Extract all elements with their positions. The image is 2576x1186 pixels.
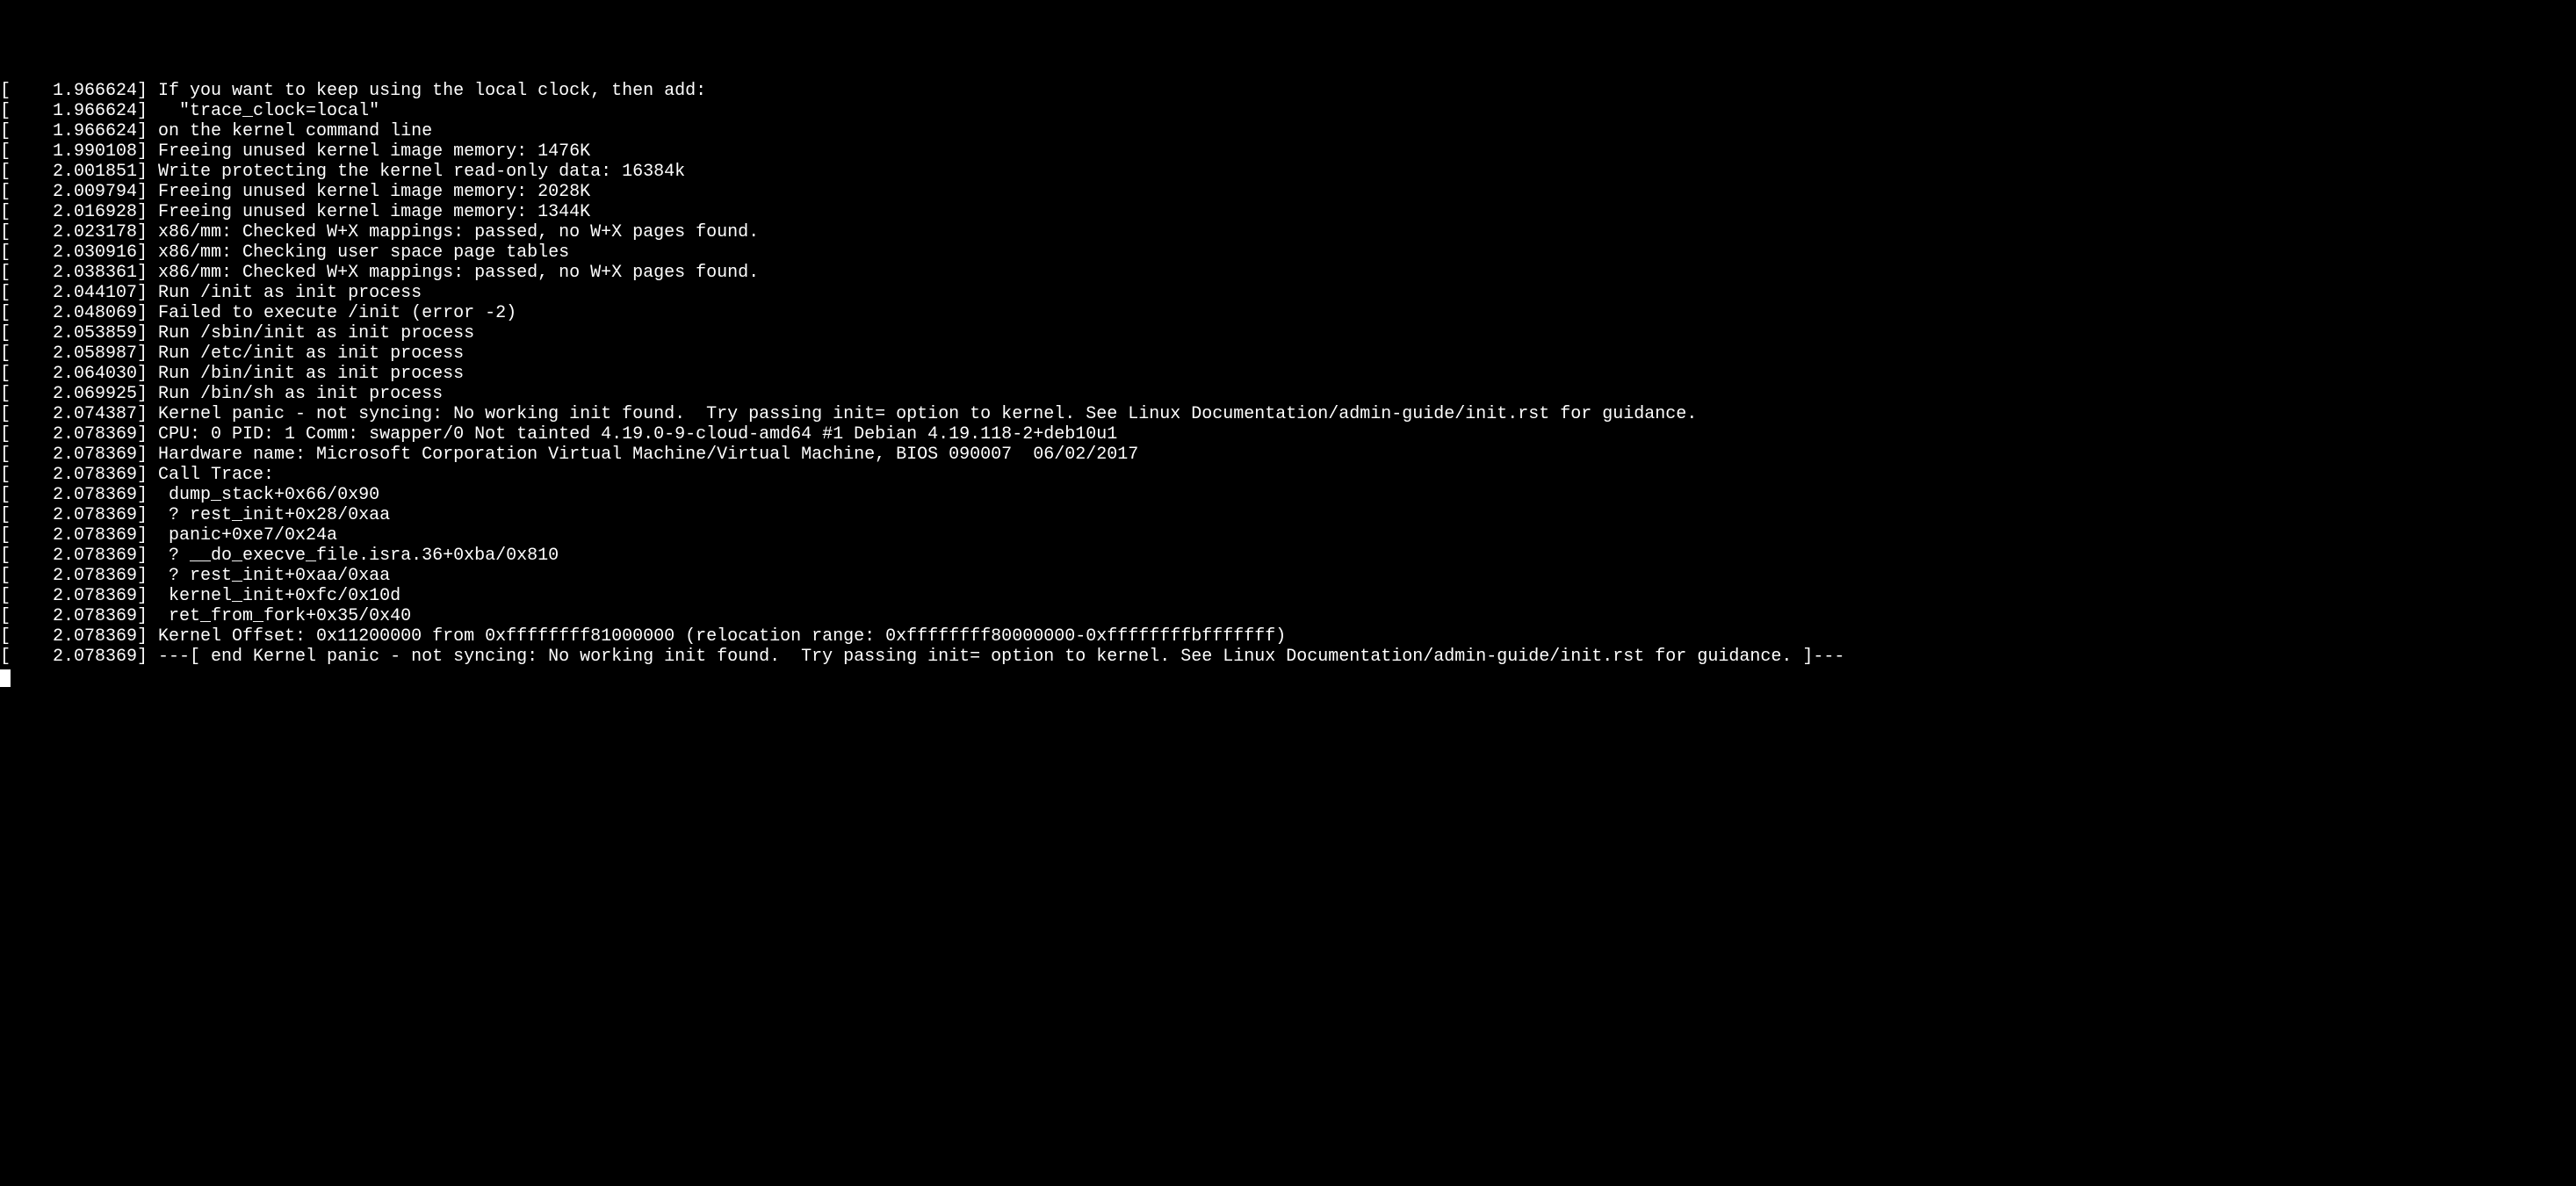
log-line: [ 2.078369] kernel_init+0xfc/0x10d	[0, 586, 2576, 606]
log-line: [ 1.966624] If you want to keep using th…	[0, 81, 2576, 101]
log-line: [ 2.078369] Hardware name: Microsoft Cor…	[0, 445, 2576, 465]
log-line: [ 2.078369] Call Trace:	[0, 465, 2576, 485]
log-line: [ 2.078369] Kernel Offset: 0x11200000 fr…	[0, 626, 2576, 647]
log-line: [ 2.016928] Freeing unused kernel image …	[0, 202, 2576, 222]
log-line: [ 2.053859] Run /sbin/init as init proce…	[0, 323, 2576, 344]
log-line: [ 1.990108] Freeing unused kernel image …	[0, 141, 2576, 162]
log-line: [ 2.030916] x86/mm: Checking user space …	[0, 242, 2576, 263]
log-line: [ 2.058987] Run /etc/init as init proces…	[0, 344, 2576, 364]
kernel-console: [ 1.966624] If you want to keep using th…	[0, 81, 2576, 667]
log-line: [ 2.078369] ? rest_init+0xaa/0xaa	[0, 566, 2576, 586]
log-line: [ 2.078369] dump_stack+0x66/0x90	[0, 485, 2576, 505]
log-line: [ 2.078369] ? __do_execve_file.isra.36+0…	[0, 546, 2576, 566]
log-line: [ 2.009794] Freeing unused kernel image …	[0, 182, 2576, 202]
log-line: [ 2.069925] Run /bin/sh as init process	[0, 384, 2576, 404]
log-line: [ 2.001851] Write protecting the kernel …	[0, 162, 2576, 182]
log-line: [ 2.078369] ---[ end Kernel panic - not …	[0, 647, 2576, 667]
log-line: [ 2.038361] x86/mm: Checked W+X mappings…	[0, 263, 2576, 283]
log-line: [ 2.074387] Kernel panic - not syncing: …	[0, 404, 2576, 424]
log-line: [ 2.078369] panic+0xe7/0x24a	[0, 525, 2576, 546]
text-cursor	[0, 669, 11, 687]
log-line: [ 2.048069] Failed to execute /init (err…	[0, 303, 2576, 323]
log-line: [ 2.044107] Run /init as init process	[0, 283, 2576, 303]
log-line: [ 2.078369] CPU: 0 PID: 1 Comm: swapper/…	[0, 424, 2576, 445]
log-line: [ 2.078369] ? rest_init+0x28/0xaa	[0, 505, 2576, 525]
log-line: [ 1.966624] on the kernel command line	[0, 121, 2576, 141]
log-line: [ 2.078369] ret_from_fork+0x35/0x40	[0, 606, 2576, 626]
log-line: [ 2.023178] x86/mm: Checked W+X mappings…	[0, 222, 2576, 242]
log-line: [ 2.064030] Run /bin/init as init proces…	[0, 364, 2576, 384]
log-line: [ 1.966624] "trace_clock=local"	[0, 101, 2576, 121]
